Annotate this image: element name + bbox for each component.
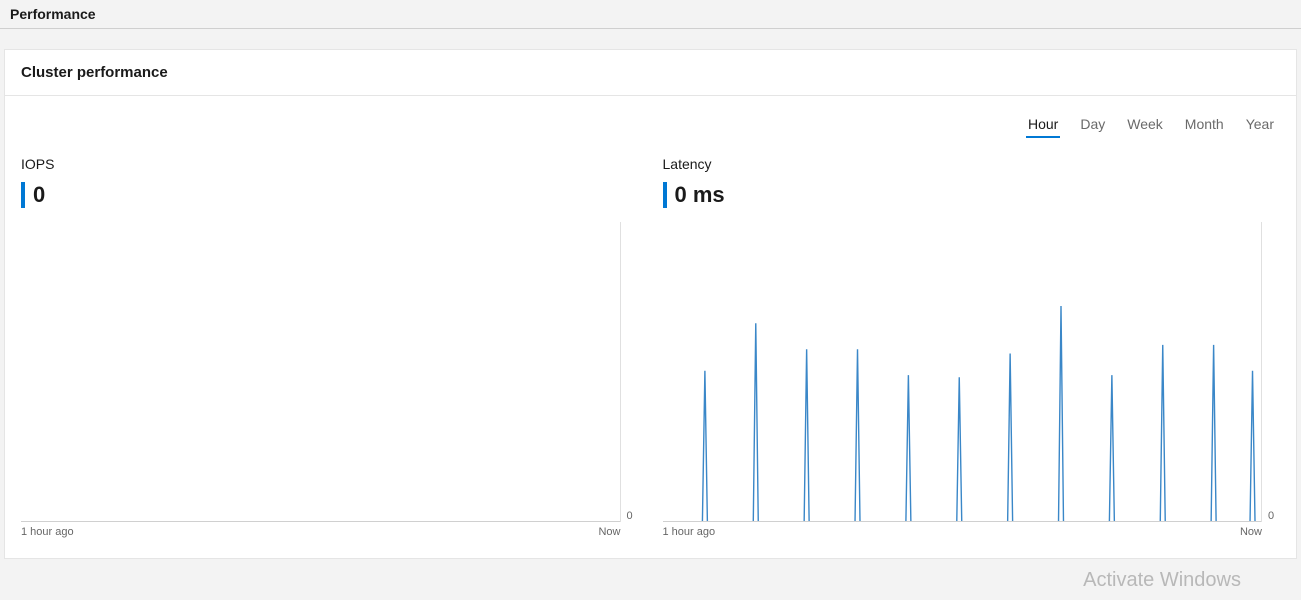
time-range-tabs: Hour Day Week Month Year — [21, 106, 1280, 156]
iops-plot-area[interactable]: 0 — [21, 222, 639, 522]
latency-x-start: 1 hour ago — [663, 526, 716, 538]
tab-day[interactable]: Day — [1078, 114, 1107, 138]
tab-hour[interactable]: Hour — [1026, 114, 1060, 138]
charts-row: IOPS 0 0 1 hour ago Now — [21, 156, 1280, 538]
iops-y-baseline-label: 0 — [621, 222, 639, 522]
latency-plot — [663, 222, 1263, 522]
iops-plot — [21, 222, 621, 522]
latency-kpi: 0 ms — [663, 182, 1281, 208]
latency-value: 0 ms — [675, 182, 725, 208]
page-title: Performance — [0, 0, 1301, 29]
iops-chart: IOPS 0 0 1 hour ago Now — [21, 156, 639, 538]
latency-plot-area[interactable]: 0 — [663, 222, 1281, 522]
latency-label: Latency — [663, 156, 1281, 172]
panel-title: Cluster performance — [5, 50, 1296, 96]
tab-year[interactable]: Year — [1244, 114, 1276, 138]
iops-baseline — [21, 521, 620, 522]
latency-chart: Latency 0 ms 0 1 hour ago Now — [663, 156, 1281, 538]
accent-bar-icon — [663, 182, 667, 208]
accent-bar-icon — [21, 182, 25, 208]
panel-body: Hour Day Week Month Year IOPS 0 0 — [5, 96, 1296, 558]
iops-x-start: 1 hour ago — [21, 526, 74, 538]
tab-month[interactable]: Month — [1183, 114, 1226, 138]
iops-x-end: Now — [598, 526, 620, 538]
iops-value: 0 — [33, 182, 45, 208]
spacer — [0, 29, 1301, 49]
iops-label: IOPS — [21, 156, 639, 172]
tab-week[interactable]: Week — [1125, 114, 1165, 138]
latency-baseline — [663, 521, 1262, 522]
latency-y-baseline-label: 0 — [1262, 222, 1280, 522]
iops-kpi: 0 — [21, 182, 639, 208]
cluster-performance-panel: Cluster performance Hour Day Week Month … — [4, 49, 1297, 559]
windows-activation-watermark: Activate Windows — [1083, 569, 1241, 592]
latency-x-end: Now — [1240, 526, 1262, 538]
latency-x-axis: 1 hour ago Now — [663, 526, 1281, 538]
iops-x-axis: 1 hour ago Now — [21, 526, 639, 538]
